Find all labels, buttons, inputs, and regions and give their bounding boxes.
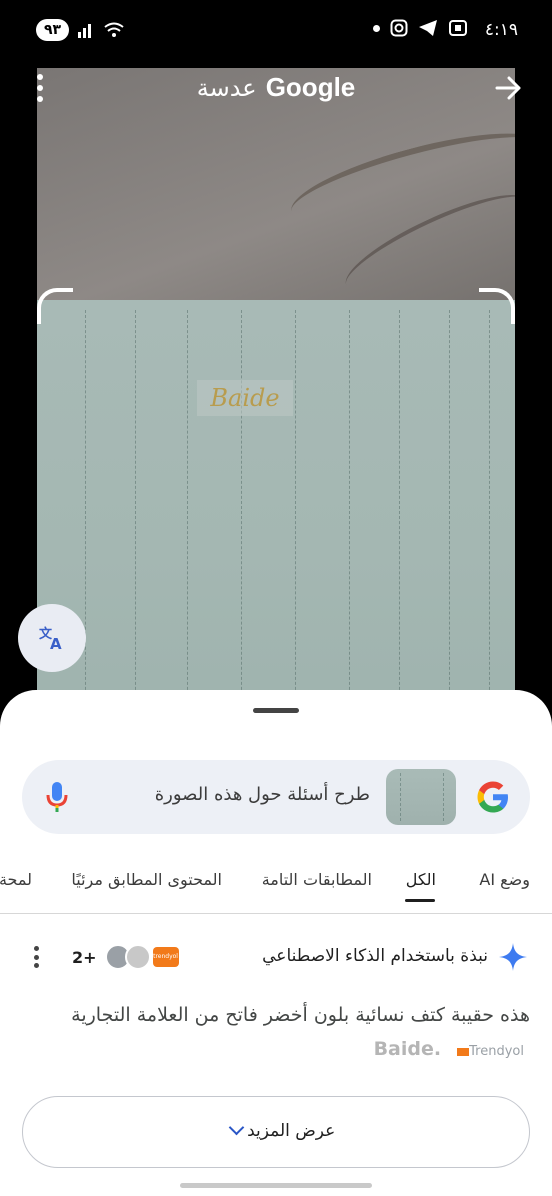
signal-icon bbox=[78, 24, 92, 38]
instagram-icon bbox=[390, 19, 408, 37]
stitch-line bbox=[489, 310, 490, 710]
detected-text-highlight[interactable]: Baide bbox=[197, 380, 293, 416]
crop-handle-top-left[interactable] bbox=[37, 288, 73, 324]
telegram-icon bbox=[419, 20, 437, 36]
translate-icon: 文 A bbox=[39, 626, 62, 653]
stitch-line bbox=[135, 310, 136, 710]
more-options-icon[interactable] bbox=[32, 946, 40, 968]
stitch-line bbox=[187, 310, 188, 710]
source-avatar bbox=[124, 944, 151, 970]
ai-overview-brand: Baide. bbox=[373, 1038, 442, 1060]
source-chip-label: Trendyol bbox=[469, 1044, 524, 1059]
status-bar: ٩٣ ٤:١٩ bbox=[0, 0, 552, 62]
home-indicator[interactable] bbox=[180, 1183, 372, 1188]
drag-handle[interactable] bbox=[253, 708, 299, 713]
chevron-down-icon bbox=[228, 1119, 244, 1136]
ai-overview-header: نبذة باستخدام الذكاء الاصطناعي 2+ trendy… bbox=[0, 938, 552, 978]
stitch-line bbox=[241, 310, 242, 710]
stitch-line bbox=[449, 310, 450, 710]
status-time: ٤:١٩ bbox=[484, 20, 518, 40]
tab-exact-matches[interactable]: المطابقات التامة bbox=[262, 870, 372, 889]
source-chip[interactable]: Trendyol bbox=[453, 1044, 524, 1059]
product-name: عدسة bbox=[196, 74, 257, 102]
notification-dot-icon bbox=[373, 24, 380, 32]
captured-photo[interactable]: Baide bbox=[37, 68, 515, 712]
source-count: 2+ bbox=[72, 947, 97, 967]
google-logo-icon bbox=[477, 781, 508, 813]
tab-overview[interactable]: لمحة bbox=[0, 870, 32, 889]
ai-overview-title: نبذة باستخدام الذكاء الاصطناعي bbox=[262, 946, 488, 966]
bag-image bbox=[37, 300, 515, 712]
ai-overview-body: هذه حقيبة كتف نسائية بلون أخضر فاتح من ا… bbox=[71, 1004, 530, 1026]
results-sheet[interactable]: طرح أسئلة حول هذه الصورة وضع AI الكل الم… bbox=[0, 690, 552, 1196]
status-icons-left: ٩٣ bbox=[36, 19, 125, 41]
overflow-menu-icon[interactable] bbox=[32, 74, 48, 102]
microphone-icon[interactable] bbox=[44, 780, 70, 814]
brand-name: Google bbox=[265, 72, 356, 102]
wifi-icon bbox=[104, 22, 124, 37]
search-input[interactable]: طرح أسئلة حول هذه الصورة bbox=[155, 784, 370, 805]
active-tab-indicator bbox=[405, 899, 435, 902]
show-more-label-row: عرض المزيد bbox=[23, 1119, 529, 1141]
tab-all[interactable]: الكل bbox=[406, 870, 436, 889]
battery-indicator: ٩٣ bbox=[36, 19, 70, 41]
show-more-label: عرض المزيد bbox=[247, 1121, 336, 1141]
forward-arrow-icon[interactable] bbox=[494, 74, 528, 104]
svg-text:A: A bbox=[50, 635, 62, 653]
search-bar[interactable]: طرح أسئلة حول هذه الصورة bbox=[22, 760, 530, 834]
translate-button[interactable]: 文 A bbox=[18, 604, 86, 672]
tab-visual-matches[interactable]: المحتوى المطابق مرئيًا bbox=[71, 870, 222, 889]
show-more-button[interactable]: عرض المزيد bbox=[22, 1096, 530, 1168]
crop-handle-top-right[interactable] bbox=[479, 288, 515, 324]
ai-sparkle-icon bbox=[499, 943, 527, 971]
result-tabs[interactable]: وضع AI الكل المطابقات التامة المحتوى الم… bbox=[0, 856, 552, 914]
source-logo: trendyol bbox=[152, 947, 179, 967]
stitch-line bbox=[399, 310, 400, 710]
stitch-line bbox=[85, 310, 86, 710]
camera-view[interactable]: Baide Google عدسة 文 A bbox=[0, 62, 552, 712]
screenshot-icon bbox=[449, 20, 467, 36]
tab-ai-mode[interactable]: وضع AI bbox=[479, 870, 530, 889]
status-icons-right bbox=[373, 19, 468, 37]
stitch-line bbox=[349, 310, 350, 710]
source-flag-icon bbox=[457, 1047, 470, 1056]
page-title: Google عدسة bbox=[0, 72, 552, 103]
ai-overview-text: هذه حقيبة كتف نسائية بلون أخضر فاتح من ا… bbox=[22, 998, 530, 1069]
stitch-line bbox=[295, 310, 296, 710]
ai-sources[interactable]: 2+ trendyol bbox=[72, 944, 179, 970]
query-image-thumbnail[interactable] bbox=[386, 769, 456, 825]
